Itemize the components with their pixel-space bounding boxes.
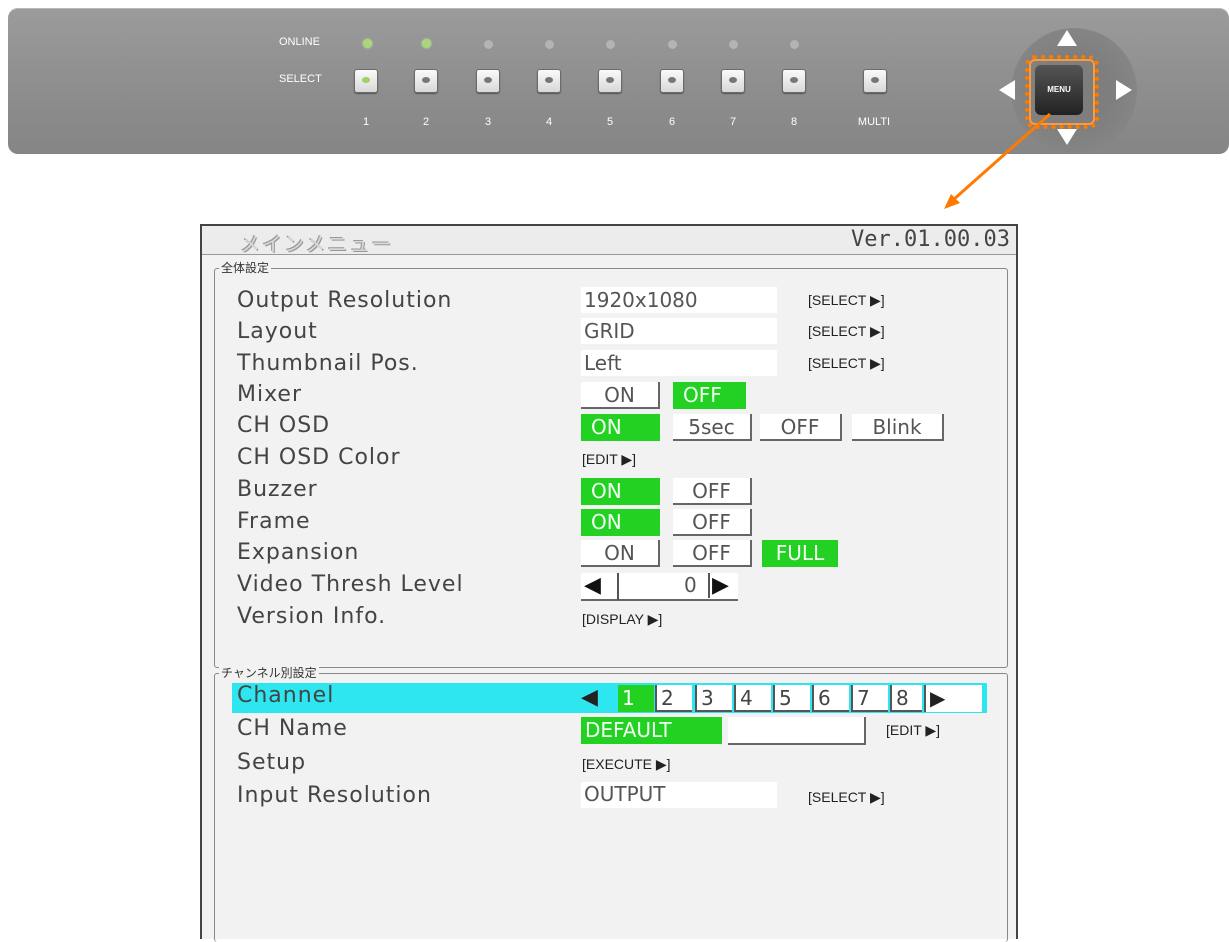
decrease-arrow-icon[interactable]: ◀ [584, 573, 601, 598]
output-resolution-label: Output Resolution [237, 288, 453, 313]
layout-select[interactable]: [SELECT ▶] [808, 323, 885, 340]
buzzer-on-option[interactable]: ON [581, 478, 660, 505]
setup-label: Setup [237, 750, 307, 775]
channel-label: Channel [237, 683, 335, 708]
video-thresh-value: 0 [684, 573, 697, 597]
ch-osd-color-label: CH OSD Color [237, 445, 401, 470]
layout-label: Layout [237, 319, 318, 344]
layout-value: GRID [584, 319, 635, 343]
channel-option-4[interactable]: 4 [734, 685, 771, 712]
stepper-divider [617, 573, 619, 600]
mixer-label: Mixer [237, 382, 303, 407]
ch-name-field[interactable] [728, 717, 866, 745]
channel-option-1[interactable]: 1 [618, 685, 654, 712]
thumbnail-pos-label: Thumbnail Pos. [237, 351, 419, 376]
input-resolution-value: OUTPUT [584, 782, 666, 806]
ch-osd-color-edit[interactable]: [EDIT ▶] [582, 451, 636, 468]
setup-execute[interactable]: [EXECUTE ▶] [582, 756, 671, 773]
ch-osd-5sec-option[interactable]: 5sec [673, 414, 752, 441]
buzzer-off-option[interactable]: OFF [673, 478, 752, 505]
ch-osd-on-option[interactable]: ON [581, 414, 660, 441]
ch-name-label: CH Name [237, 716, 348, 741]
channel-option-6[interactable]: 6 [812, 685, 849, 712]
channel-option-3[interactable]: 3 [695, 685, 732, 712]
channel-prev-icon[interactable]: ◀ [581, 685, 598, 710]
version-label: Ver.01.00.03 [851, 227, 1010, 252]
buzzer-label: Buzzer [237, 477, 318, 502]
channel-next-icon[interactable]: ▶ [924, 685, 982, 712]
channel-option-8[interactable]: 8 [890, 685, 922, 712]
expansion-full-option[interactable]: FULL [762, 540, 838, 567]
general-settings-title: 全体設定 [219, 259, 272, 276]
output-resolution-value: 1920x1080 [584, 288, 698, 312]
ch-name-value[interactable]: DEFAULT [581, 717, 722, 744]
ch-osd-off-option[interactable]: OFF [760, 414, 842, 441]
ch-name-edit[interactable]: [EDIT ▶] [886, 722, 940, 739]
channel-option-5[interactable]: 5 [773, 685, 810, 712]
increase-arrow-icon[interactable]: ▶ [708, 573, 729, 598]
version-info-label: Version Info. [237, 604, 387, 629]
channel-settings-title: チャンネル別設定 [219, 664, 319, 681]
frame-label: Frame [237, 509, 311, 534]
mixer-on-option[interactable]: ON [581, 382, 660, 409]
ch-osd-label: CH OSD [237, 413, 331, 438]
expansion-off-option[interactable]: OFF [673, 540, 752, 567]
output-resolution-select[interactable]: [SELECT ▶] [808, 292, 885, 309]
expansion-on-option[interactable]: ON [581, 540, 660, 567]
pointer-arrow-icon [944, 112, 1051, 209]
input-resolution-label: Input Resolution [237, 783, 432, 808]
mixer-off-option[interactable]: OFF [673, 382, 746, 409]
channel-option-7[interactable]: 7 [851, 685, 888, 712]
menu-title: メインメニュー [240, 232, 394, 256]
thumbnail-pos-value: Left [584, 351, 622, 375]
expansion-label: Expansion [237, 540, 360, 565]
ch-osd-blink-option[interactable]: Blink [852, 414, 944, 441]
osd-title-bar: メインメニュー Ver.01.00.03 [202, 226, 1016, 256]
frame-off-option[interactable]: OFF [673, 509, 752, 536]
thumbnail-pos-select[interactable]: [SELECT ▶] [808, 355, 885, 372]
input-resolution-select[interactable]: [SELECT ▶] [808, 789, 885, 806]
frame-on-option[interactable]: ON [581, 509, 660, 536]
video-thresh-label: Video Thresh Level [237, 572, 464, 597]
version-info-display[interactable]: [DISPLAY ▶] [582, 611, 662, 628]
channel-option-2[interactable]: 2 [655, 685, 692, 712]
